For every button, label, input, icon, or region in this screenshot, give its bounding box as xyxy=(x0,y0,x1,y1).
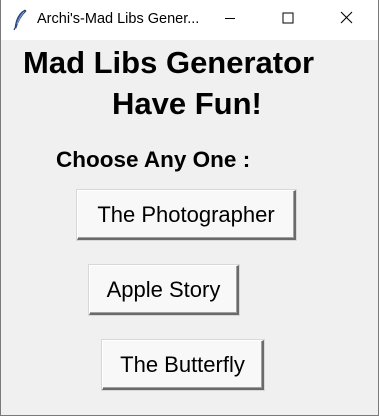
app-heading: Mad Libs Generator xyxy=(23,45,315,80)
minimize-icon xyxy=(224,11,236,29)
feather-icon xyxy=(12,9,28,31)
the-butterfly-button[interactable]: The Butterfly xyxy=(102,340,264,390)
app-window: Archi's-Mad Libs Gener... Mad Libs Gener… xyxy=(0,0,379,416)
maximize-icon xyxy=(282,11,294,29)
minimize-button[interactable] xyxy=(207,0,253,40)
the-photographer-button[interactable]: The Photographer xyxy=(77,190,296,240)
choose-prompt: Choose Any One : xyxy=(56,147,251,172)
app-subheading: Have Fun! xyxy=(112,86,262,121)
maximize-button[interactable] xyxy=(265,0,311,40)
close-button[interactable] xyxy=(323,0,369,40)
window-title: Archi's-Mad Libs Gener... xyxy=(37,11,200,27)
title-bar[interactable]: Archi's-Mad Libs Gener... xyxy=(1,0,378,40)
close-icon xyxy=(340,11,353,29)
apple-story-button[interactable]: Apple Story xyxy=(89,265,239,315)
